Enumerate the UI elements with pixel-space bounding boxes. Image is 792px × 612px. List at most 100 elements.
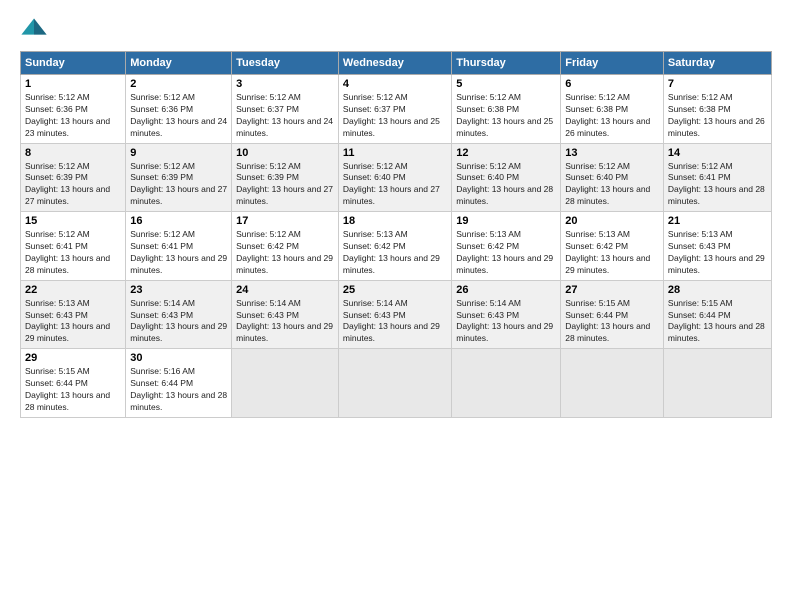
week-row-4: 22 Sunrise: 5:13 AMSunset: 6:43 PMDayligh… [21,280,772,349]
calendar-cell: 30Sunrise: 5:16 AMSunset: 6:44 PMDayligh… [126,349,232,418]
day-header-wednesday: Wednesday [338,52,451,75]
calendar-cell: 5 Sunrise: 5:12 AMSunset: 6:38 PMDaylight… [452,75,561,144]
day-header-sunday: Sunday [21,52,126,75]
calendar-cell: 10 Sunrise: 5:12 AMSunset: 6:39 PMDayligh… [232,143,339,212]
calendar-cell: 6 Sunrise: 5:12 AMSunset: 6:38 PMDaylight… [561,75,664,144]
day-number: 8 [25,147,121,159]
week-row-2: 8 Sunrise: 5:12 AMSunset: 6:39 PMDaylight… [21,143,772,212]
day-info: Sunrise: 5:12 AMSunset: 6:38 PMDaylight:… [668,92,767,140]
day-info: Sunrise: 5:12 AMSunset: 6:40 PMDaylight:… [456,161,556,209]
day-info: Sunrise: 5:12 AMSunset: 6:39 PMDaylight:… [236,161,334,209]
calendar-cell: 13 Sunrise: 5:12 AMSunset: 6:40 PMDayligh… [561,143,664,212]
day-info: Sunrise: 5:13 AMSunset: 6:42 PMDaylight:… [343,229,447,277]
calendar-cell: 2Sunrise: 5:12 AMSunset: 6:36 PMDaylight… [126,75,232,144]
calendar-cell [338,349,451,418]
logo-icon [20,15,48,43]
day-header-friday: Friday [561,52,664,75]
day-header-saturday: Saturday [663,52,771,75]
calendar-cell: 7 Sunrise: 5:12 AMSunset: 6:38 PMDaylight… [663,75,771,144]
calendar-cell: 4 Sunrise: 5:12 AMSunset: 6:37 PMDaylight… [338,75,451,144]
day-number: 7 [668,78,767,90]
calendar-cell [561,349,664,418]
calendar-cell: 22 Sunrise: 5:13 AMSunset: 6:43 PMDayligh… [21,280,126,349]
calendar-cell: 16 Sunrise: 5:12 AMSunset: 6:41 PMDayligh… [126,212,232,281]
day-info: Sunrise: 5:15 AMSunset: 6:44 PMDaylight:… [668,298,767,346]
calendar-cell: 21 Sunrise: 5:13 AMSunset: 6:43 PMDayligh… [663,212,771,281]
calendar-table: SundayMondayTuesdayWednesdayThursdayFrid… [20,51,772,418]
day-number: 3 [236,78,334,90]
day-header-tuesday: Tuesday [232,52,339,75]
week-row-1: 1Sunrise: 5:12 AMSunset: 6:36 PMDaylight… [21,75,772,144]
day-number: 17 [236,215,334,227]
day-info: Sunrise: 5:16 AMSunset: 6:44 PMDaylight:… [130,366,227,414]
day-number: 6 [565,78,659,90]
calendar-cell: 18 Sunrise: 5:13 AMSunset: 6:42 PMDayligh… [338,212,451,281]
day-number: 28 [668,284,767,296]
day-number: 5 [456,78,556,90]
day-info: Sunrise: 5:14 AMSunset: 6:43 PMDaylight:… [456,298,556,346]
day-info: Sunrise: 5:13 AMSunset: 6:43 PMDaylight:… [668,229,767,277]
day-number: 9 [130,147,227,159]
calendar-cell: 17 Sunrise: 5:12 AMSunset: 6:42 PMDayligh… [232,212,339,281]
calendar-cell: 11 Sunrise: 5:12 AMSunset: 6:40 PMDayligh… [338,143,451,212]
day-number: 10 [236,147,334,159]
calendar-cell: 8 Sunrise: 5:12 AMSunset: 6:39 PMDaylight… [21,143,126,212]
day-info: Sunrise: 5:12 AMSunset: 6:41 PMDaylight:… [25,229,121,277]
day-info: Sunrise: 5:15 AMSunset: 6:44 PMDaylight:… [25,366,121,414]
day-info: Sunrise: 5:12 AMSunset: 6:41 PMDaylight:… [130,229,227,277]
day-info: Sunrise: 5:13 AMSunset: 6:42 PMDaylight:… [565,229,659,277]
day-number: 18 [343,215,447,227]
day-info: Sunrise: 5:12 AMSunset: 6:40 PMDaylight:… [343,161,447,209]
day-number: 13 [565,147,659,159]
day-number: 23 [130,284,227,296]
day-info: Sunrise: 5:12 AMSunset: 6:39 PMDaylight:… [130,161,227,209]
calendar-cell: 25 Sunrise: 5:14 AMSunset: 6:43 PMDayligh… [338,280,451,349]
day-number: 16 [130,215,227,227]
header-row: SundayMondayTuesdayWednesdayThursdayFrid… [21,52,772,75]
calendar-cell: 20 Sunrise: 5:13 AMSunset: 6:42 PMDayligh… [561,212,664,281]
day-info: Sunrise: 5:14 AMSunset: 6:43 PMDaylight:… [343,298,447,346]
calendar-cell: 15Sunrise: 5:12 AMSunset: 6:41 PMDayligh… [21,212,126,281]
day-number: 27 [565,284,659,296]
logo [20,15,52,43]
day-number: 14 [668,147,767,159]
calendar-cell [452,349,561,418]
day-info: Sunrise: 5:12 AMSunset: 6:38 PMDaylight:… [456,92,556,140]
calendar-cell: 19 Sunrise: 5:13 AMSunset: 6:42 PMDayligh… [452,212,561,281]
calendar-cell: 23Sunrise: 5:14 AMSunset: 6:43 PMDayligh… [126,280,232,349]
day-header-monday: Monday [126,52,232,75]
day-number: 4 [343,78,447,90]
day-number: 20 [565,215,659,227]
calendar-cell [663,349,771,418]
day-info: Sunrise: 5:12 AMSunset: 6:36 PMDaylight:… [25,92,121,140]
day-info: Sunrise: 5:12 AMSunset: 6:40 PMDaylight:… [565,161,659,209]
header [20,15,772,43]
day-number: 21 [668,215,767,227]
week-row-3: 15Sunrise: 5:12 AMSunset: 6:41 PMDayligh… [21,212,772,281]
calendar-cell: 3 Sunrise: 5:12 AMSunset: 6:37 PMDaylight… [232,75,339,144]
day-info: Sunrise: 5:15 AMSunset: 6:44 PMDaylight:… [565,298,659,346]
day-number: 19 [456,215,556,227]
day-info: Sunrise: 5:12 AMSunset: 6:37 PMDaylight:… [343,92,447,140]
day-info: Sunrise: 5:12 AMSunset: 6:38 PMDaylight:… [565,92,659,140]
day-info: Sunrise: 5:12 AMSunset: 6:37 PMDaylight:… [236,92,334,140]
calendar-cell: 28 Sunrise: 5:15 AMSunset: 6:44 PMDayligh… [663,280,771,349]
calendar-cell: 9 Sunrise: 5:12 AMSunset: 6:39 PMDaylight… [126,143,232,212]
day-number: 11 [343,147,447,159]
day-info: Sunrise: 5:13 AMSunset: 6:42 PMDaylight:… [456,229,556,277]
day-info: Sunrise: 5:12 AMSunset: 6:41 PMDaylight:… [668,161,767,209]
calendar-cell: 29Sunrise: 5:15 AMSunset: 6:44 PMDayligh… [21,349,126,418]
day-info: Sunrise: 5:13 AMSunset: 6:43 PMDaylight:… [25,298,121,346]
calendar-cell: 12 Sunrise: 5:12 AMSunset: 6:40 PMDayligh… [452,143,561,212]
day-info: Sunrise: 5:12 AMSunset: 6:36 PMDaylight:… [130,92,227,140]
day-number: 22 [25,284,121,296]
day-info: Sunrise: 5:14 AMSunset: 6:43 PMDaylight:… [236,298,334,346]
day-info: Sunrise: 5:12 AMSunset: 6:42 PMDaylight:… [236,229,334,277]
day-number: 25 [343,284,447,296]
day-number: 12 [456,147,556,159]
day-number: 24 [236,284,334,296]
day-info: Sunrise: 5:12 AMSunset: 6:39 PMDaylight:… [25,161,121,209]
calendar-cell: 14 Sunrise: 5:12 AMSunset: 6:41 PMDayligh… [663,143,771,212]
week-row-5: 29Sunrise: 5:15 AMSunset: 6:44 PMDayligh… [21,349,772,418]
calendar-cell: 27 Sunrise: 5:15 AMSunset: 6:44 PMDayligh… [561,280,664,349]
